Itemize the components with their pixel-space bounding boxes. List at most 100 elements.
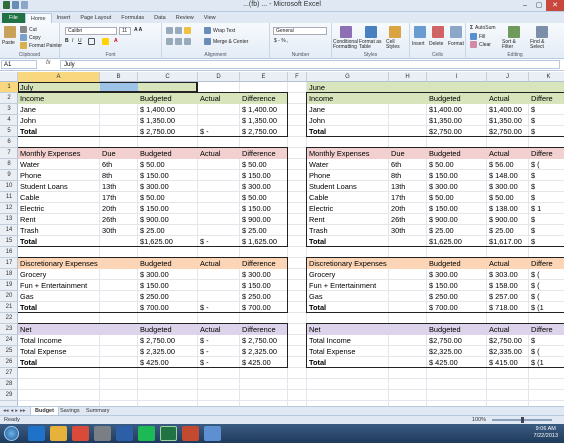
difference-cell[interactable]: $ 1 (529, 203, 564, 214)
row-header-13[interactable]: 13 (0, 214, 18, 225)
due-cell[interactable]: 13th (100, 181, 138, 192)
row-header-24[interactable]: 24 (0, 335, 18, 346)
underline-button[interactable]: U (78, 38, 82, 44)
actual-cell[interactable]: $ 50.00 (487, 192, 529, 203)
budgeted-cell[interactable]: $ 300.00 (427, 269, 487, 280)
app-icon[interactable] (94, 426, 111, 441)
difference-cell[interactable]: $ 425.00 (240, 357, 288, 368)
row-label[interactable]: Fun + Entertainment (18, 280, 138, 291)
clock[interactable]: 9:06 AM 7/22/2013 (534, 426, 558, 440)
discretionary-header[interactable]: Discretionary Expenses (18, 258, 138, 269)
row-label[interactable]: Student Loans (307, 181, 389, 192)
clear-button[interactable]: Clear (470, 41, 491, 48)
italic-button[interactable]: I (72, 38, 73, 44)
row-header-1[interactable]: 1 (0, 82, 18, 93)
media-player-icon[interactable] (72, 426, 89, 441)
col-actual[interactable]: Actual (487, 93, 529, 104)
actual-cell[interactable] (198, 203, 240, 214)
col-actual[interactable]: Actual (198, 324, 240, 335)
actual-cell[interactable]: $ - (198, 236, 240, 247)
row-header-3[interactable]: 3 (0, 104, 18, 115)
row-header-28[interactable]: 28 (0, 379, 18, 390)
actual-cell[interactable]: $ - (198, 335, 240, 346)
start-button[interactable] (4, 426, 19, 441)
difference-cell[interactable]: $ 50.00 (240, 192, 288, 203)
col-actual[interactable]: Actual (487, 148, 529, 159)
col-budgeted[interactable]: Budgeted (138, 148, 198, 159)
difference-cell[interactable]: $ 250.00 (240, 291, 288, 302)
row-label[interactable]: Grocery (18, 269, 138, 280)
column-header-F[interactable]: F (288, 72, 307, 82)
difference-cell[interactable]: $ (529, 192, 564, 203)
col-actual[interactable]: Actual (198, 258, 240, 269)
row-label[interactable]: Cable (18, 192, 100, 203)
net-header[interactable]: Net (18, 324, 138, 335)
difference-cell[interactable]: $ (529, 335, 564, 346)
tab-data[interactable]: Data (149, 13, 171, 23)
row-header-6[interactable]: 6 (0, 137, 18, 148)
bold-button[interactable]: B (65, 38, 69, 44)
due-cell[interactable]: 30th (389, 225, 427, 236)
row-label[interactable]: Phone (307, 170, 389, 181)
col-difference[interactable]: Difference (240, 148, 288, 159)
budgeted-cell[interactable]: $2,325.00 (427, 346, 487, 357)
difference-cell[interactable]: $ 1,350.00 (240, 115, 288, 126)
difference-cell[interactable]: $ 2,750.00 (240, 335, 288, 346)
actual-cell[interactable]: $ - (198, 126, 240, 137)
column-header-D[interactable]: D (198, 72, 240, 82)
row-label[interactable]: Jane (307, 104, 427, 115)
header-fill[interactable] (138, 82, 198, 93)
due-cell[interactable]: 8th (389, 170, 427, 181)
budgeted-cell[interactable]: $ 2,750.00 (138, 335, 198, 346)
due-cell[interactable]: 30th (100, 225, 138, 236)
delete-icon[interactable] (432, 26, 444, 38)
row-label[interactable]: Trash (307, 225, 389, 236)
row-header-14[interactable]: 14 (0, 225, 18, 236)
budgeted-cell[interactable]: $ 300.00 (138, 269, 198, 280)
difference-cell[interactable]: $ 300.00 (240, 269, 288, 280)
column-header-K[interactable]: K (529, 72, 564, 82)
tab-formulas[interactable]: Formulas (116, 13, 149, 23)
minimize-button[interactable]: – (518, 0, 532, 11)
col-difference[interactable]: Differe (529, 258, 564, 269)
actual-cell[interactable]: $ 158.00 (487, 280, 529, 291)
row-header-12[interactable]: 12 (0, 203, 18, 214)
due-cell[interactable]: 26th (389, 214, 427, 225)
due-cell[interactable]: 8th (100, 170, 138, 181)
excel-taskbar-icon[interactable] (160, 426, 177, 441)
paste-icon[interactable] (4, 26, 16, 38)
merge-center-button[interactable]: Merge & Center (204, 38, 248, 45)
maximize-button[interactable]: ▢ (532, 0, 546, 11)
row-label[interactable]: Total (307, 126, 427, 137)
budgeted-cell[interactable]: $ 25.00 (138, 225, 198, 236)
difference-cell[interactable]: $ (529, 115, 564, 126)
budgeted-cell[interactable]: $ 150.00 (427, 203, 487, 214)
row-header-26[interactable]: 26 (0, 357, 18, 368)
row-label[interactable]: Total Expense (18, 346, 138, 357)
column-header-B[interactable]: B (100, 72, 138, 82)
font-name-select[interactable]: Calibri (65, 27, 117, 35)
col-budgeted[interactable]: Budgeted (138, 93, 198, 104)
folder-icon[interactable] (50, 426, 67, 441)
insert-icon[interactable] (414, 26, 426, 38)
budgeted-cell[interactable]: $ 50.00 (138, 192, 198, 203)
copy-button[interactable]: Copy (20, 34, 41, 41)
col-due[interactable]: Due (389, 148, 427, 159)
difference-cell[interactable]: $ (529, 126, 564, 137)
row-label[interactable]: Cable (307, 192, 389, 203)
row-header-18[interactable]: 18 (0, 269, 18, 280)
budgeted-cell[interactable]: $ 150.00 (138, 280, 198, 291)
actual-cell[interactable]: $1,617.00 (487, 236, 529, 247)
col-actual[interactable]: Actual (198, 93, 240, 104)
budgeted-cell[interactable]: $ 2,325.00 (138, 346, 198, 357)
row-header-20[interactable]: 20 (0, 291, 18, 302)
format-painter-button[interactable]: Format Painter (20, 42, 62, 49)
budgeted-cell[interactable]: $ 150.00 (427, 280, 487, 291)
budgeted-cell[interactable]: $1,625.00 (427, 236, 487, 247)
row-label[interactable]: Total Income (18, 335, 138, 346)
actual-cell[interactable] (198, 159, 240, 170)
align-top-button[interactable] (166, 27, 191, 34)
due-cell[interactable]: 6th (389, 159, 427, 170)
format-as-table-button[interactable]: Format as Table (359, 40, 383, 50)
row-header-9[interactable]: 9 (0, 170, 18, 181)
